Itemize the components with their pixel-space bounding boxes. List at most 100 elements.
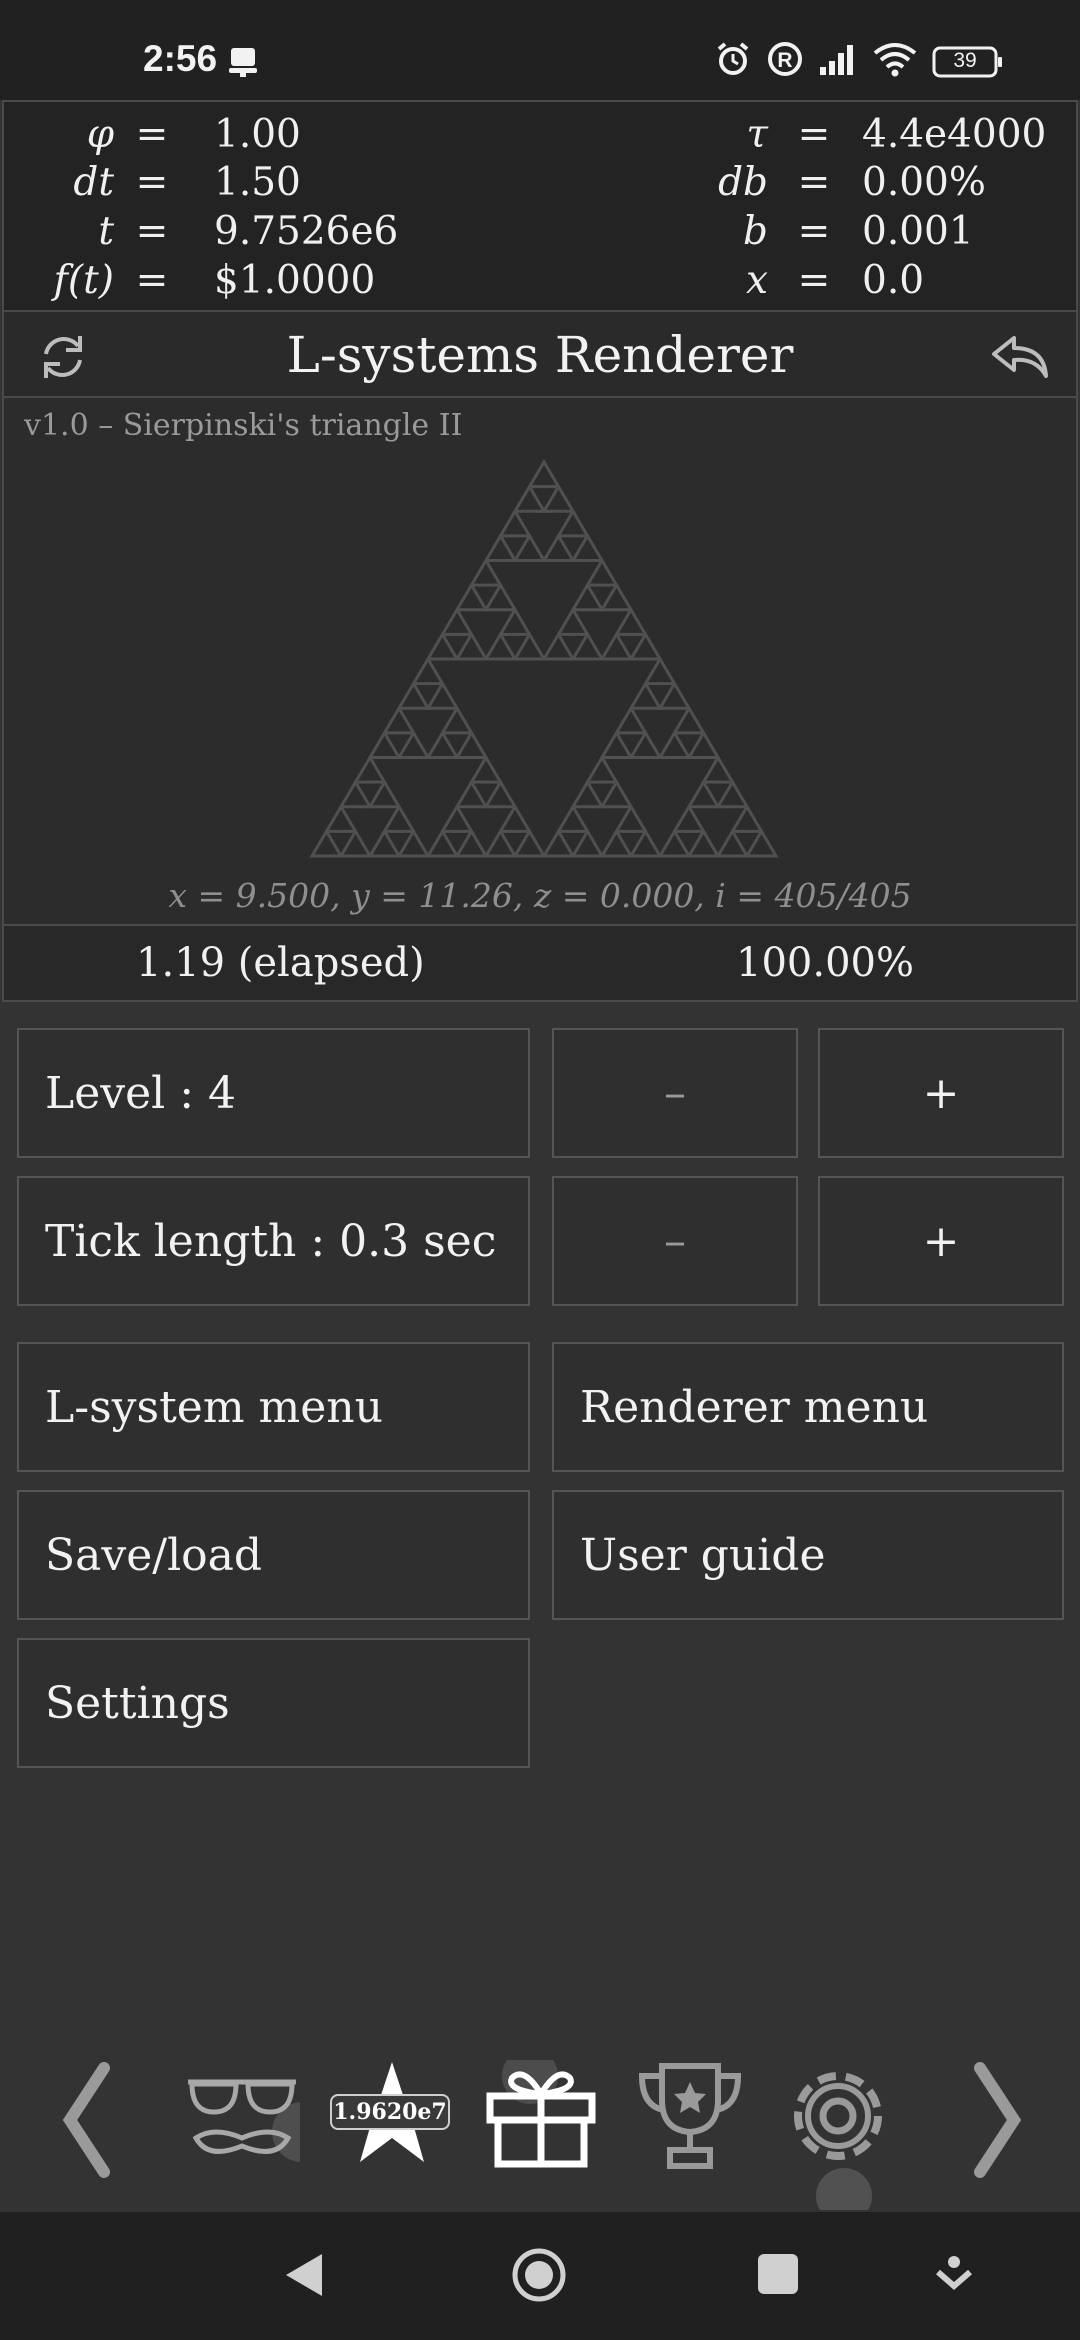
triangle-segment: [555, 606, 591, 636]
triangle-segment: [512, 532, 547, 562]
render-canvas[interactable]: v1.0 – Sierpinski's triangle II x = 9.50…: [2, 398, 1078, 924]
system-navigation-bar: [0, 2212, 1080, 2340]
status-bar: 2:56 R 39: [0, 0, 1080, 100]
triangle-segment: [512, 483, 547, 513]
triangle-segment: [671, 705, 707, 735]
triangle-segment: [570, 532, 605, 562]
triangle-segment: [338, 779, 373, 809]
tick-minus-button[interactable]: –: [552, 1176, 798, 1306]
system-home-icon[interactable]: [510, 2246, 568, 2308]
triangle-segment: [483, 828, 518, 858]
system-back-icon[interactable]: [280, 2250, 326, 2304]
triangle-segment: [613, 803, 649, 833]
lsystem-menu-button[interactable]: L-system menu: [17, 1342, 530, 1472]
signal-icon: [818, 41, 858, 82]
disguise-icon[interactable]: [184, 2072, 332, 2166]
triangle-segment: [323, 803, 359, 833]
var-x: x = 0.0: [746, 258, 925, 303]
triangle-segment: [439, 705, 475, 735]
triangle-segment: [628, 631, 663, 661]
renderer-menu-button[interactable]: Renderer menu: [552, 1342, 1064, 1472]
triangle-segment: [454, 729, 489, 759]
triangle-segment: [367, 729, 402, 759]
battery-level: 39: [953, 48, 977, 72]
triangle-segment: [381, 803, 417, 833]
registered-icon: R: [766, 40, 804, 83]
triangle-segment: [483, 582, 518, 612]
triangle-segment: [715, 779, 750, 809]
triangle-segment: [657, 729, 692, 759]
triangle-segment: [555, 508, 591, 538]
triangle-segment: [497, 508, 533, 538]
triangle-segment: [715, 828, 750, 858]
triangle-segment: [584, 754, 620, 784]
var-tau: τ = 4.4e4000: [746, 112, 1047, 157]
triangle-segment: [570, 828, 605, 858]
triangle-segment: [657, 828, 692, 858]
triangle-segment: [744, 828, 779, 858]
star-count-badge: 1.9620e7: [330, 2094, 450, 2130]
triangle-segment: [512, 631, 547, 661]
save-load-button[interactable]: Save/load: [17, 1490, 530, 1620]
triangle-segment: [381, 705, 417, 735]
triangle-segment: [454, 631, 489, 661]
triangle-segment: [497, 606, 533, 636]
triangle-segment: [729, 803, 765, 833]
level-minus-button[interactable]: –: [552, 1028, 798, 1158]
gear-icon[interactable]: [782, 2060, 898, 2224]
triangle-segment: [541, 532, 576, 562]
triangle-segment: [425, 729, 460, 759]
triangle-segment: [599, 779, 634, 809]
triangle-segment: [628, 680, 663, 710]
variables-panel: φ = 1.00 dt = 1.50 t = 9.7526e6 f(t) = $…: [2, 100, 1078, 312]
gift-icon[interactable]: [484, 2048, 598, 2174]
triangle-segment: [468, 557, 504, 587]
var-db: db = 0.00%: [718, 160, 986, 205]
triangle-segment: [570, 631, 605, 661]
coordinates-readout: x = 9.500, y = 11.26, z = 0.000, i = 405…: [168, 876, 912, 915]
chevron-right-icon[interactable]: [970, 2062, 1026, 2182]
tick-plus-button[interactable]: +: [818, 1176, 1064, 1306]
triangle-segment: [425, 680, 460, 710]
notification-icon: [226, 44, 260, 83]
alarm-icon: [714, 40, 752, 83]
system-recents-icon[interactable]: [756, 2252, 800, 2300]
triangle-segment: [613, 705, 649, 735]
triangle-segment: [483, 779, 518, 809]
status-icons: R 39: [714, 40, 1004, 83]
triangle-segment: [642, 656, 678, 686]
triangle-segment: [396, 680, 431, 710]
chevron-left-icon[interactable]: [58, 2062, 114, 2182]
triangle-segment: [338, 828, 373, 858]
triangle-segment: [700, 754, 736, 784]
triangle-segment: [599, 828, 634, 858]
var-b: b = 0.001: [743, 209, 974, 254]
triangle-segment: [570, 582, 605, 612]
triangle-segment: [671, 803, 707, 833]
triangle-segment: [541, 631, 576, 661]
sierpinski-triangle: [309, 459, 779, 858]
title-bar: L-systems Renderer: [2, 312, 1078, 398]
settings-button[interactable]: Settings: [17, 1638, 530, 1768]
wifi-icon: [872, 41, 918, 82]
triangle-segment: [425, 828, 460, 858]
trophy-icon[interactable]: [634, 2060, 746, 2176]
triangle-segment: [628, 729, 663, 759]
triangle-segment: [599, 729, 634, 759]
progress-row: 1.19 (elapsed) 100.00%: [2, 924, 1078, 1002]
triangle-segment: [483, 631, 518, 661]
level-plus-button[interactable]: +: [818, 1028, 1064, 1158]
page-title: L-systems Renderer: [286, 326, 794, 384]
triangle-segment: [367, 779, 402, 809]
back-icon[interactable]: [988, 332, 1052, 386]
progress-percent: 100.00%: [736, 940, 914, 986]
triangle-segment: [483, 532, 518, 562]
triangle-segment: [541, 828, 576, 858]
system-accessibility-icon[interactable]: [934, 2254, 974, 2298]
user-guide-button[interactable]: User guide: [552, 1490, 1064, 1620]
triangle-segment: [570, 779, 605, 809]
triangle-segment: [686, 729, 721, 759]
level-display: Level : 4: [17, 1028, 530, 1158]
triangle-segment: [584, 557, 620, 587]
triangle-segment: [599, 582, 634, 612]
